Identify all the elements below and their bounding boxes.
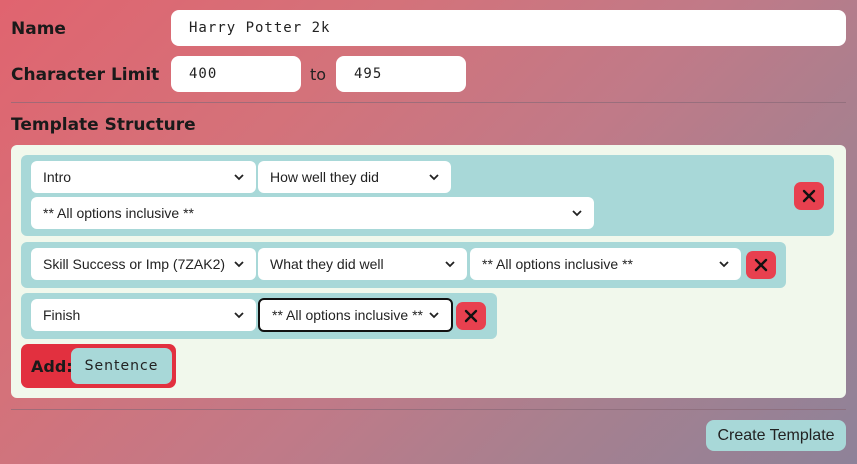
chevron-down-icon [429, 174, 439, 181]
sentence-row-3: Finish ** All options inclusive ** [21, 293, 497, 339]
template-structure-label: Template Structure [11, 115, 196, 135]
close-x-icon [754, 258, 768, 272]
select-value: Intro [43, 169, 72, 185]
divider [11, 409, 846, 410]
remove-row-2-button[interactable] [746, 251, 776, 279]
chevron-down-icon [429, 312, 439, 319]
chevron-down-icon [234, 174, 244, 181]
select-value: What they did well [270, 256, 384, 272]
name-label: Name [11, 19, 66, 39]
chevron-down-icon [445, 261, 455, 268]
chevron-down-icon [234, 261, 244, 268]
row-2-section-select[interactable]: Skill Success or Imp (7ZAK2) [31, 248, 256, 280]
divider [11, 102, 846, 103]
name-input[interactable]: Harry Potter 2k [171, 10, 846, 46]
close-x-icon [802, 189, 816, 203]
sentence-row-1: Intro How well they did ** All options i… [21, 155, 834, 236]
add-label: Add: [31, 357, 73, 376]
row-3-section-select[interactable]: Finish [31, 299, 256, 331]
char-limit-max-input[interactable]: 495 [336, 56, 466, 92]
create-template-button[interactable]: Create Template [706, 420, 846, 451]
add-sentence-bar: Add: Sentence [21, 344, 176, 388]
char-limit-min-input[interactable]: 400 [171, 56, 301, 92]
character-limit-label: Character Limit [11, 65, 160, 85]
row-2-category-select[interactable]: What they did well [258, 248, 467, 280]
row-1-category-select[interactable]: How well they did [258, 161, 451, 193]
select-value: Skill Success or Imp (7ZAK2) [43, 256, 226, 272]
select-value: How well they did [270, 169, 379, 185]
row-1-option-select[interactable]: ** All options inclusive ** [31, 197, 594, 229]
select-value: ** All options inclusive ** [272, 307, 423, 323]
select-value: ** All options inclusive ** [43, 205, 194, 221]
row-3-option-select[interactable]: ** All options inclusive ** [258, 298, 453, 332]
chevron-down-icon [719, 261, 729, 268]
select-value: ** All options inclusive ** [482, 256, 633, 272]
sentence-row-2: Skill Success or Imp (7ZAK2) What they d… [21, 242, 786, 288]
row-1-section-select[interactable]: Intro [31, 161, 256, 193]
remove-row-1-button[interactable] [794, 182, 824, 210]
select-value: Finish [43, 307, 81, 323]
add-sentence-button[interactable]: Sentence [71, 348, 172, 384]
remove-row-3-button[interactable] [456, 302, 486, 330]
close-x-icon [464, 309, 478, 323]
row-2-option-select[interactable]: ** All options inclusive ** [470, 248, 741, 280]
to-label: to [310, 65, 327, 84]
chevron-down-icon [572, 210, 582, 217]
chevron-down-icon [234, 312, 244, 319]
